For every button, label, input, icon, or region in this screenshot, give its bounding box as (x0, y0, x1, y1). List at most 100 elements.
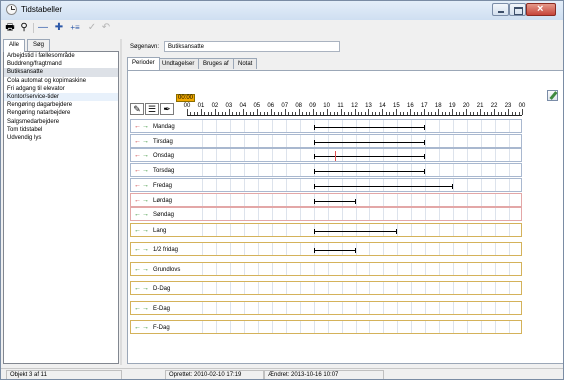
schedule-row[interactable]: ← → Torsdag (130, 163, 522, 178)
period-bar[interactable] (313, 229, 398, 234)
search-name-field[interactable]: Butiksansatte (164, 41, 340, 52)
panel-splitter[interactable] (120, 39, 122, 365)
arrow-right-icon[interactable]: → (142, 263, 149, 277)
arrow-left-icon[interactable]: ← (134, 120, 141, 134)
tab-used-by[interactable]: Bruges af (198, 58, 234, 69)
remove-icon[interactable]: — (37, 22, 49, 34)
ruler-tick (197, 112, 199, 115)
arrow-right-icon[interactable]: → (142, 302, 149, 316)
list-item[interactable]: Fri adgang til elevator (4, 85, 118, 93)
arrow-right-icon[interactable]: → (142, 321, 149, 335)
ruler-tick (417, 112, 419, 115)
tab-periods[interactable]: Perioder (127, 57, 160, 70)
list-item-selected[interactable]: Butiksansatte (4, 68, 118, 77)
arrow-right-icon[interactable]: → (142, 243, 149, 257)
tab-all[interactable]: Alle (3, 39, 26, 52)
edit-icon[interactable]: ✎ (130, 103, 144, 115)
list-item[interactable]: Rengøring dagarbejdere (4, 101, 118, 109)
arrow-right-icon[interactable]: → (142, 282, 149, 296)
arrow-left-icon[interactable]: ← (134, 149, 141, 163)
period-bar[interactable] (313, 198, 356, 204)
hour-gridline (509, 134, 511, 147)
ruler-tick (357, 112, 359, 115)
hour-gridline (201, 208, 203, 221)
list-item[interactable]: Tom tidstabel (4, 126, 118, 134)
arrow-left-icon[interactable]: ← (134, 224, 141, 238)
list-item[interactable]: Salgsmedarbejdere (4, 118, 118, 126)
tab-exceptions[interactable]: Undtagelser (157, 58, 200, 69)
tab-note[interactable]: Notat (233, 58, 258, 69)
clear-icon[interactable]: ☰ (145, 103, 159, 115)
list-item[interactable]: Udvendig lys (4, 134, 118, 142)
undo-icon[interactable]: ↶ (100, 22, 112, 34)
tab-search[interactable]: Søg (27, 39, 51, 51)
arrow-left-icon[interactable]: ← (134, 321, 141, 335)
hour-gridline (369, 282, 371, 295)
hour-gridline (341, 301, 343, 314)
arrow-right-icon[interactable]: → (142, 208, 149, 222)
arrow-right-icon[interactable]: → (142, 149, 149, 163)
schedule-row[interactable]: ← → Tirsdag (130, 133, 522, 149)
schedule-row[interactable]: ← → Grundlovs (130, 261, 522, 277)
arrow-left-icon[interactable]: ← (134, 282, 141, 296)
arrow-right-icon[interactable]: → (142, 224, 149, 238)
ruler-tick (214, 109, 216, 115)
schedule-row[interactable]: ← → D-Dag (130, 281, 522, 296)
status-bar: Objekt 3 af 11 Oprettet: 2010-02-10 17:1… (1, 368, 563, 379)
maximize-button[interactable] (509, 3, 526, 16)
arrow-left-icon[interactable]: ← (134, 243, 141, 257)
schedule-row[interactable]: ← → Onsdag (130, 148, 522, 163)
hour-gridline (425, 224, 427, 236)
period-bar[interactable] (313, 248, 356, 254)
schedule-row[interactable]: ← → Lørdag (130, 192, 522, 208)
ruler-tick (431, 112, 433, 115)
period-bar[interactable] (313, 125, 426, 130)
hour-gridline (299, 243, 301, 256)
arrow-left-icon[interactable]: ← (134, 164, 141, 178)
hour-gridline (229, 282, 231, 295)
checkmark-icon[interactable]: ✓ (86, 22, 98, 34)
add-icon[interactable]: ✚ (53, 22, 65, 34)
binoculars-icon[interactable]: ⚲ (18, 22, 30, 34)
schedule-row[interactable]: ← → Søndag (130, 207, 522, 222)
schedule-row[interactable]: ← → Fredag (130, 177, 522, 193)
arrow-left-icon[interactable]: ← (134, 135, 141, 149)
arrow-right-icon[interactable]: → (142, 135, 149, 149)
add-list-icon[interactable]: +≡ (67, 22, 83, 34)
period-bar[interactable] (313, 183, 454, 189)
arrow-right-icon[interactable]: → (142, 164, 149, 178)
schedule-row[interactable]: ← → F-Dag (130, 320, 522, 334)
list-item[interactable]: Cola automat og kopimaskine (4, 77, 118, 85)
list-item[interactable]: Buddreng/fragtmand (4, 60, 118, 68)
arrow-left-icon[interactable]: ← (134, 263, 141, 277)
schedule-row[interactable]: ← → 1/2 fridag (130, 242, 522, 257)
list-item[interactable]: Kontor/service-tider (4, 92, 118, 102)
list-item[interactable]: Arbejdstid i fællesområde (4, 52, 118, 60)
hour-gridline (425, 193, 427, 206)
hour-gridline (271, 193, 273, 206)
period-bar[interactable] (313, 154, 426, 160)
print-icon[interactable]: 🖶 (4, 22, 16, 34)
arrow-right-icon[interactable]: → (142, 120, 149, 134)
pencil-icon[interactable] (547, 90, 558, 101)
period-bar[interactable] (313, 139, 426, 145)
minimize-button[interactable] (492, 3, 509, 16)
period-bar[interactable] (313, 169, 426, 175)
arrow-left-icon[interactable]: ← (134, 179, 141, 193)
ruler-tick (462, 112, 464, 115)
close-button[interactable]: × (526, 3, 556, 16)
schedule-row[interactable]: ← → Lang (130, 223, 522, 237)
arrow-left-icon[interactable]: ← (134, 194, 141, 208)
list-item[interactable]: Rengøring natarbejdere (4, 109, 118, 117)
schedule-row[interactable]: ← → Mandag (130, 119, 522, 133)
arrow-right-icon[interactable]: → (142, 194, 149, 208)
hour-gridline (271, 208, 273, 221)
hour-gridline (355, 149, 357, 162)
arrow-left-icon[interactable]: ← (134, 208, 141, 222)
arrow-right-icon[interactable]: → (142, 179, 149, 193)
hour-gridline (285, 178, 287, 191)
schedule-row[interactable]: ← → E-Dag (130, 300, 522, 316)
hour-gridline (313, 282, 315, 295)
arrow-left-icon[interactable]: ← (134, 302, 141, 316)
eyedropper-icon[interactable]: ✒ (160, 103, 174, 115)
